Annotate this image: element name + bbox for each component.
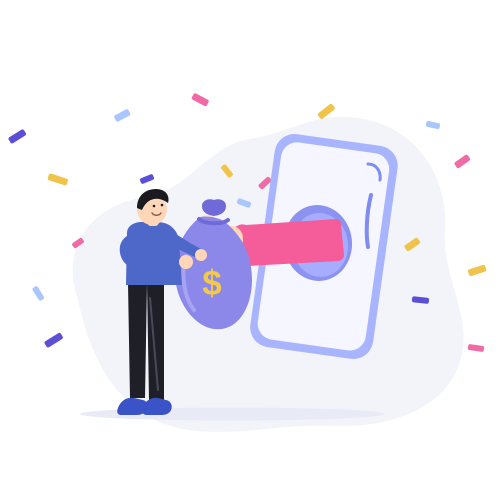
illustration-scene: $: [0, 0, 500, 500]
cashback-illustration: $: [8, 93, 487, 432]
dollar-sign-icon: $: [202, 264, 221, 303]
